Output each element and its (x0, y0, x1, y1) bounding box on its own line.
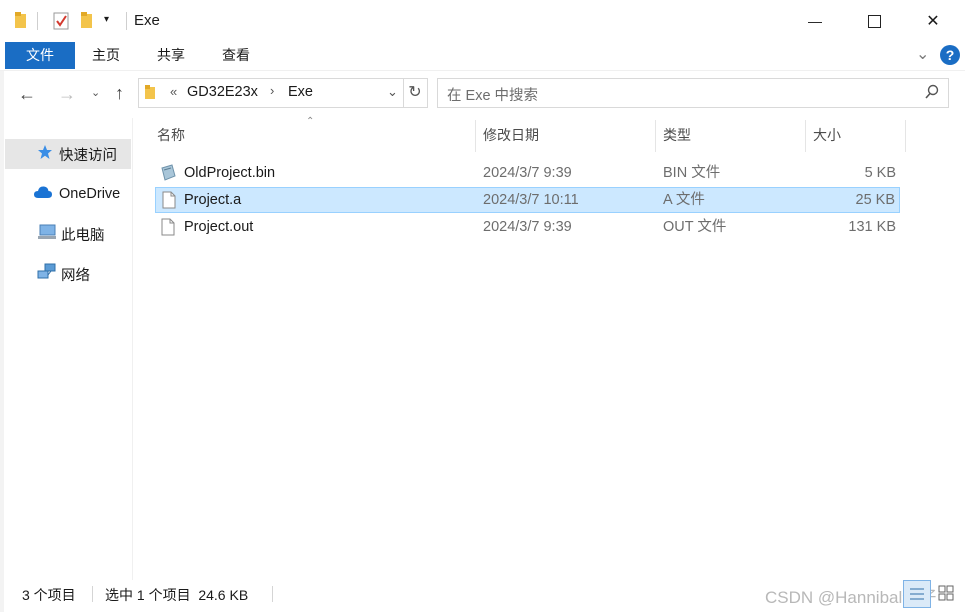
file-row[interactable]: Project.out 2024/3/7 9:39 OUT 文件 131 KB (155, 214, 900, 240)
selection-info: 选中 1 个项目 24.6 KB (105, 587, 249, 603)
column-divider[interactable] (805, 120, 806, 152)
column-header-type[interactable]: 类型 (663, 118, 691, 152)
tab-home[interactable]: 主页 (86, 42, 126, 69)
forward-icon[interactable]: → (58, 84, 76, 105)
refresh-icon[interactable]: ↻ (403, 78, 428, 108)
column-divider[interactable] (905, 120, 906, 152)
file-row[interactable]: OldProject.bin 2024/3/7 9:39 BIN 文件 5 KB (155, 160, 900, 186)
address-dropdown-icon[interactable]: ⌄ (387, 84, 398, 100)
close-button[interactable]: ✕ (904, 0, 962, 42)
column-header-size[interactable]: 大小 (813, 118, 841, 152)
cloud-icon (33, 185, 55, 203)
ribbon-bar (0, 42, 965, 71)
sidebar-item-this-pc[interactable]: 此电脑 (5, 219, 131, 249)
recent-locations-icon[interactable]: ⌄ (91, 86, 100, 99)
bin-file-icon (159, 164, 177, 182)
divider (272, 586, 273, 602)
column-divider[interactable] (475, 120, 476, 152)
expand-ribbon-icon[interactable]: ⌄ (916, 44, 929, 64)
folder-icon (14, 11, 32, 31)
star-icon (37, 144, 55, 164)
breadcrumb-item[interactable]: GD32E23x (187, 84, 258, 100)
column-divider[interactable] (655, 120, 656, 152)
sidebar-item-onedrive[interactable]: OneDrive (5, 179, 131, 209)
sidebar-item-network[interactable]: 网络 (5, 259, 131, 289)
path-overflow[interactable]: « (170, 84, 177, 99)
file-icon (161, 218, 175, 236)
file-row[interactable]: Project.a 2024/3/7 10:11 A 文件 25 KB (155, 187, 900, 213)
divider (37, 12, 38, 30)
help-icon[interactable]: ? (940, 45, 960, 65)
breadcrumb-item[interactable]: Exe (288, 84, 313, 100)
tab-file[interactable]: 文件 (5, 42, 75, 69)
up-icon[interactable]: ↑ (115, 83, 124, 104)
sort-ascending-icon: ⌃ (306, 116, 315, 127)
network-icon (37, 263, 59, 285)
column-header-date[interactable]: 修改日期 (483, 118, 539, 152)
large-icons-view-icon[interactable] (933, 580, 959, 606)
window-title: Exe (134, 12, 160, 29)
tab-view[interactable]: 查看 (216, 42, 256, 69)
divider (126, 12, 127, 30)
maximize-button[interactable] (845, 0, 903, 42)
folder-icon (144, 84, 158, 103)
divider (92, 586, 93, 602)
search-icon[interactable] (924, 84, 940, 103)
item-count: 3 个项目 (22, 587, 76, 603)
properties-icon[interactable] (53, 11, 71, 31)
breadcrumb-separator-icon[interactable]: › (270, 83, 274, 98)
file-icon (162, 191, 176, 209)
details-view-icon[interactable] (903, 580, 931, 608)
search-input[interactable]: 在 Exe 中搜索 (447, 84, 538, 105)
new-folder-icon[interactable] (80, 11, 98, 31)
computer-icon (37, 224, 59, 244)
customize-toolbar-icon[interactable]: ▾ (104, 14, 109, 25)
tab-share[interactable]: 共享 (151, 42, 191, 69)
back-icon[interactable]: ← (18, 84, 36, 105)
minimize-button[interactable]: — (786, 0, 844, 42)
column-header-name[interactable]: 名称 (157, 118, 185, 152)
sidebar-item-quick-access[interactable]: 快速访问 (5, 139, 131, 169)
